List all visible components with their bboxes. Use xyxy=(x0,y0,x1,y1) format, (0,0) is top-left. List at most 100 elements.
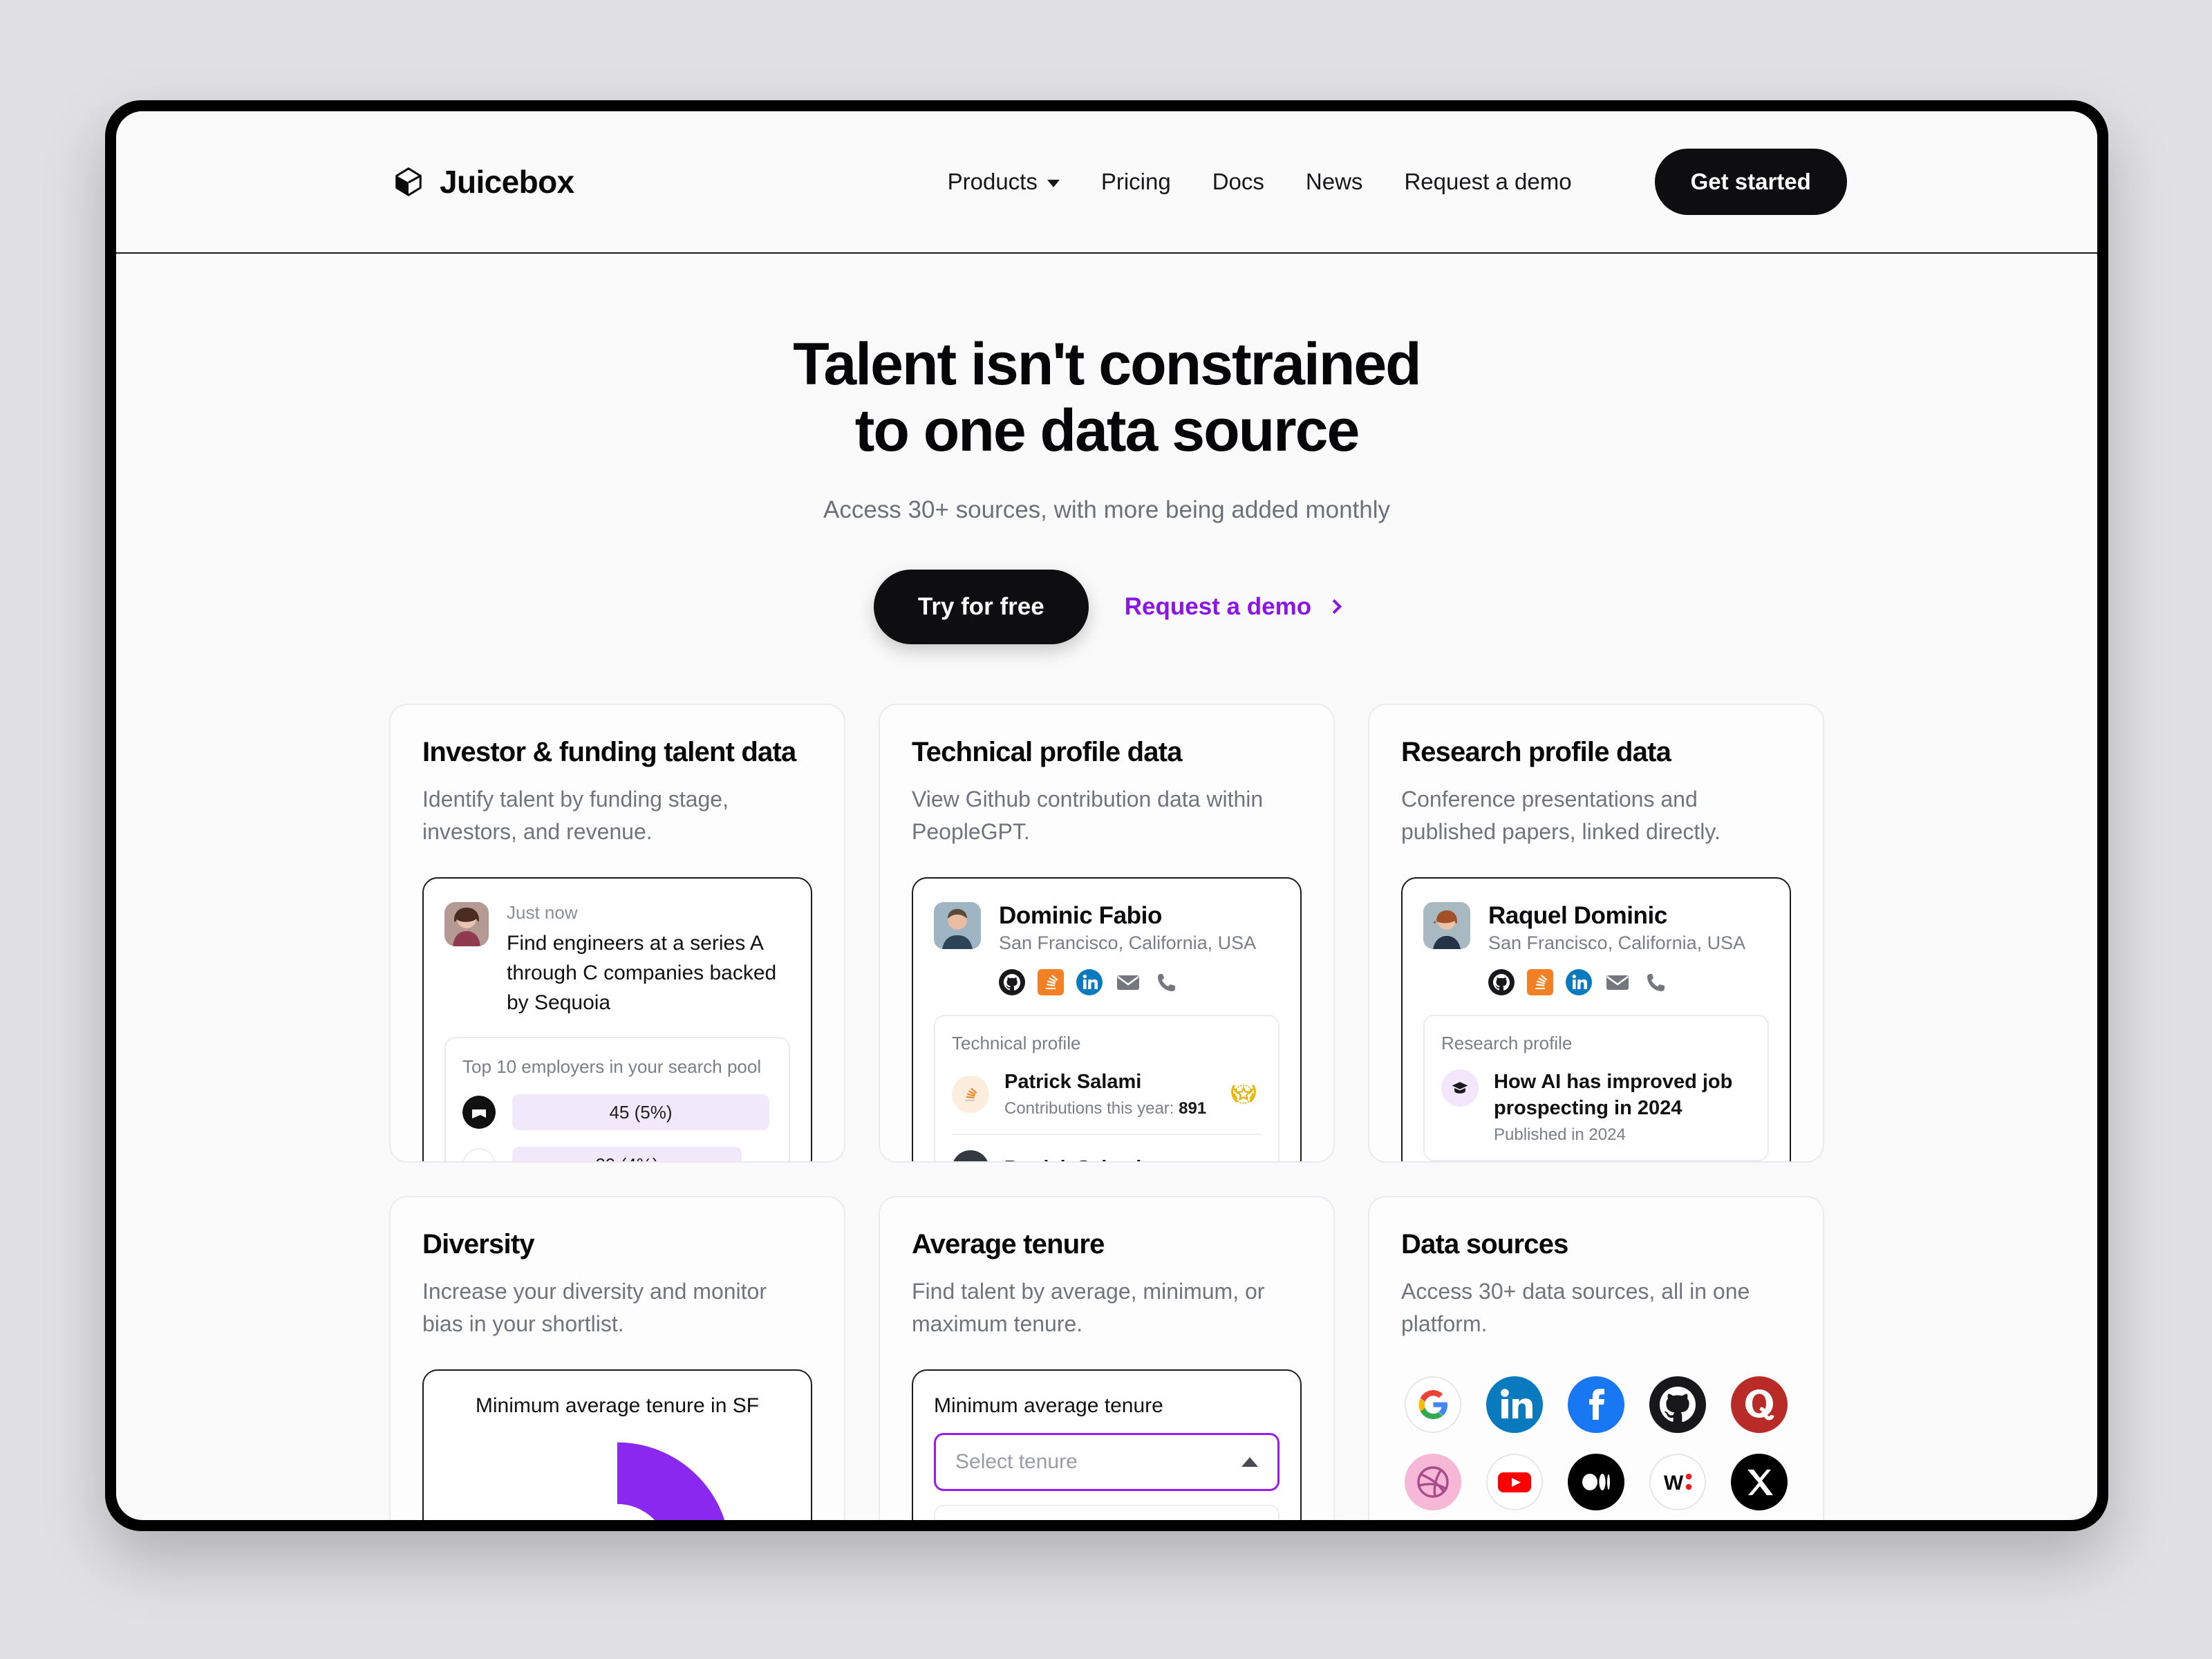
tenure-option-list: No minimum xyxy=(934,1505,1280,1520)
email-icon[interactable] xyxy=(1115,969,1141,995)
technical-entry-meta: Contributions this year: 891 xyxy=(1004,1099,1206,1118)
employer-bar-row: 39 (4%) xyxy=(462,1147,772,1161)
hero-cta-group: Try for free Request a demo xyxy=(116,569,2097,644)
profile-name: Raquel Dominic xyxy=(1488,902,1667,930)
svg-text:W: W xyxy=(1664,1472,1684,1494)
donut-center-label: Male (85) xyxy=(503,1441,731,1520)
donut-chart: Minimum average tenure in SF Male (85) xyxy=(444,1394,790,1520)
stackoverflow-icon[interactable] xyxy=(1038,969,1064,996)
chevron-right-icon xyxy=(1327,599,1342,615)
hero-title-line-1: Talent isn't constrained xyxy=(793,331,1421,397)
get-started-button[interactable]: Get started xyxy=(1654,149,1847,215)
technical-entry-title: Patrick Salami xyxy=(1004,1156,1141,1161)
card-description: Increase your diversity and monitor bias… xyxy=(422,1278,767,1336)
technical-entry-title: Patrick Salami xyxy=(1004,1071,1142,1094)
stackoverflow-icon xyxy=(952,1075,989,1113)
graduation-cap-icon xyxy=(1441,1069,1479,1107)
linkedin-icon[interactable] xyxy=(1486,1376,1543,1434)
github-icon[interactable] xyxy=(1488,969,1515,996)
card-description: Access 30+ data sources, all in one plat… xyxy=(1401,1278,1750,1336)
prompt-text: Find engineers at a series A through C c… xyxy=(507,932,777,1014)
contributions-label: Contributions this year: xyxy=(1004,1099,1179,1118)
chevron-down-icon xyxy=(1047,179,1060,187)
nav-item-pricing[interactable]: Pricing xyxy=(1101,169,1171,195)
page-title: Talent isn't constrained to one data sou… xyxy=(116,331,2097,465)
select-tenure-placeholder: Select tenure xyxy=(955,1450,1078,1474)
card-research-profile: Research profile data Conference present… xyxy=(1368,703,1824,1163)
hero-subtitle: Access 30+ sources, with more being adde… xyxy=(823,496,1391,523)
brand-name: Juicebox xyxy=(440,164,574,200)
card-diversity: Diversity Increase your diversity and mo… xyxy=(389,1195,845,1520)
browser-viewport: Juicebox Products Pricing Docs News Requ… xyxy=(116,111,2097,1520)
email-icon[interactable] xyxy=(1604,969,1631,995)
cube-icon xyxy=(395,167,422,196)
card-title: Technical profile data xyxy=(912,736,1182,767)
technical-entry-row: Patrick Salami Contributions this year: … xyxy=(952,1054,1262,1136)
tenure-field-label: Minimum average tenure xyxy=(934,1394,1163,1418)
prompt-row: Just now Find engineers at a series A th… xyxy=(444,902,790,1018)
data-source-icon-grid: W xyxy=(1401,1371,1791,1520)
employers-panel-label: Top 10 employers in your search pool xyxy=(462,1056,762,1078)
stackoverflow-icon[interactable] xyxy=(1527,969,1553,996)
linkedin-icon[interactable] xyxy=(1076,969,1103,996)
select-tenure-input[interactable]: Select tenure xyxy=(934,1433,1280,1492)
hero-title-line-2: to one data source xyxy=(854,397,1360,465)
nav-item-products-label: Products xyxy=(947,169,1038,194)
nav-item-request-demo[interactable]: Request a demo xyxy=(1404,169,1571,195)
nav-item-docs[interactable]: Docs xyxy=(1212,169,1264,195)
profile-header: Raquel Dominic San Francisco, California… xyxy=(1423,902,1769,996)
card-technical-profile: Technical profile data View Github contr… xyxy=(879,703,1335,1163)
profile-location: San Francisco, California, USA xyxy=(1488,932,1746,954)
request-demo-link[interactable]: Request a demo xyxy=(1125,593,1342,621)
chevron-up-icon xyxy=(1241,1457,1258,1468)
youtube-icon[interactable] xyxy=(1486,1454,1543,1511)
investor-widget: Just now Find engineers at a series A th… xyxy=(422,877,812,1161)
card-description: Find talent by average, minimum, or maxi… xyxy=(912,1278,1265,1336)
device-frame: Juicebox Products Pricing Docs News Requ… xyxy=(105,100,2108,1531)
trustpilot-icon xyxy=(462,1096,496,1130)
research-profile-label: Research profile xyxy=(1441,1033,1573,1054)
profile-name: Dominic Fabio xyxy=(999,902,1162,930)
card-title: Diversity xyxy=(422,1228,535,1259)
phone-icon[interactable] xyxy=(1154,969,1180,995)
nav-links: Products Pricing Docs News Request a dem… xyxy=(948,149,1847,215)
nav-item-news[interactable]: News xyxy=(1306,169,1363,195)
employers-panel: Top 10 employers in your search pool 45 … xyxy=(444,1037,790,1161)
doordash-icon xyxy=(462,1148,496,1161)
google-icon[interactable] xyxy=(1405,1376,1461,1434)
hero-section: Talent isn't constrained to one data sou… xyxy=(116,254,2097,644)
social-links-row xyxy=(999,969,1256,996)
employer-bar-value: 45 (5%) xyxy=(512,1094,769,1131)
card-description: Conference presentations and published p… xyxy=(1401,786,1721,844)
card-average-tenure: Average tenure Find talent by average, m… xyxy=(879,1195,1335,1520)
wellfound-icon[interactable]: W xyxy=(1649,1454,1706,1511)
card-description: Identify talent by funding stage, invest… xyxy=(422,786,729,844)
card-title: Average tenure xyxy=(912,1228,1105,1259)
donut-chart-title: Minimum average tenure in SF xyxy=(475,1394,760,1418)
medium-icon[interactable] xyxy=(1568,1454,1624,1511)
card-data-sources: Data sources Access 30+ data sources, al… xyxy=(1368,1195,1824,1520)
quora-icon[interactable] xyxy=(1731,1376,1788,1434)
technical-profile-widget: Dominic Fabio San Francisco, California,… xyxy=(912,877,1302,1161)
github-icon[interactable] xyxy=(1649,1376,1706,1434)
github-icon[interactable] xyxy=(999,969,1025,996)
facebook-icon[interactable] xyxy=(1568,1376,1624,1434)
dribbble-icon[interactable] xyxy=(1405,1454,1461,1511)
avatar xyxy=(934,902,981,950)
card-title: Data sources xyxy=(1401,1228,1568,1259)
phone-icon[interactable] xyxy=(1643,969,1669,995)
nav-item-products[interactable]: Products xyxy=(948,169,1060,195)
tenure-widget: Minimum average tenure Select tenure No … xyxy=(912,1369,1302,1520)
brand-logo[interactable]: Juicebox xyxy=(393,163,574,200)
card-title: Research profile data xyxy=(1401,736,1671,767)
linkedin-icon[interactable] xyxy=(1566,969,1592,996)
prompt-timestamp: Just now xyxy=(507,902,578,924)
avatar xyxy=(444,902,489,947)
social-links-row xyxy=(1488,969,1745,996)
employer-bar-value: 39 (4%) xyxy=(512,1147,742,1161)
employer-bar-row: 45 (5%) xyxy=(462,1094,772,1131)
avatar xyxy=(1423,902,1470,950)
try-for-free-button[interactable]: Try for free xyxy=(873,569,1089,644)
x-icon[interactable] xyxy=(1731,1454,1788,1511)
diversity-widget: Minimum average tenure in SF Male (85) xyxy=(422,1369,812,1520)
